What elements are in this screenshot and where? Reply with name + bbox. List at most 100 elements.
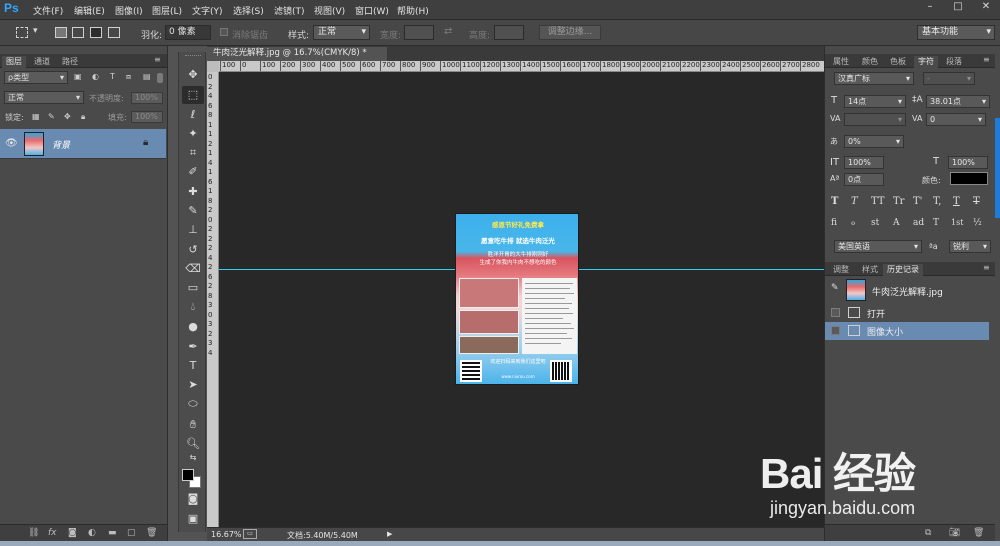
all-caps-button[interactable]: TT bbox=[871, 196, 885, 207]
width-input[interactable] bbox=[404, 25, 434, 40]
vertical-scale-input[interactable]: 100% bbox=[844, 156, 884, 169]
eraser-tool-icon[interactable]: ⌫ bbox=[182, 260, 204, 278]
font-family-select[interactable]: 汉真广标 ▾ bbox=[834, 72, 914, 85]
dodge-tool-icon[interactable]: ● bbox=[182, 318, 204, 336]
height-input[interactable] bbox=[494, 25, 524, 40]
leading-input[interactable]: 38.01点 ▾ bbox=[926, 95, 990, 108]
history-brush-tool-icon[interactable]: ↺ bbox=[182, 241, 204, 259]
style-select[interactable]: 正常 ▾ bbox=[313, 25, 370, 40]
tab-styles[interactable]: 样式 bbox=[858, 264, 882, 276]
marquee-tool-preset-icon[interactable] bbox=[16, 27, 28, 38]
panel-menu-icon[interactable]: ≡ bbox=[983, 263, 990, 272]
tab-layers[interactable]: 图层 bbox=[2, 56, 26, 68]
restore-button[interactable]: □ bbox=[944, 0, 972, 14]
filter-pixel-icon[interactable]: ▣ bbox=[74, 72, 82, 81]
ruler-origin[interactable] bbox=[207, 61, 219, 72]
ligatures-button[interactable]: fi bbox=[831, 218, 837, 228]
ornaments-button[interactable]: T bbox=[933, 218, 939, 228]
layer-filter-select[interactable]: ρ类型 ▾ bbox=[4, 71, 68, 84]
text-color-swatch[interactable] bbox=[950, 172, 988, 185]
lock-all-icon[interactable]: 🔒︎ bbox=[81, 112, 85, 122]
screen-mode-icon[interactable]: ▣ bbox=[182, 510, 204, 528]
history-step[interactable]: 图像大小 bbox=[825, 322, 989, 340]
small-caps-button[interactable]: Tr bbox=[893, 196, 904, 207]
titling-alt-button[interactable]: ad bbox=[913, 218, 924, 228]
tab-properties[interactable]: 属性 bbox=[829, 56, 853, 68]
clone-stamp-tool-icon[interactable]: ⊥ bbox=[182, 221, 204, 239]
type-tool-icon[interactable]: T bbox=[182, 357, 204, 375]
lasso-tool-icon[interactable]: ℓ bbox=[182, 106, 204, 124]
menu-image[interactable]: 图像(I) bbox=[115, 4, 143, 17]
faux-italic-button[interactable]: T bbox=[851, 196, 858, 207]
vertical-ruler[interactable]: 024681121416182022242628303234 bbox=[207, 72, 219, 527]
layer-name[interactable]: 背景 bbox=[52, 138, 70, 151]
new-selection-icon[interactable] bbox=[55, 27, 67, 38]
history-brush-source-checkbox[interactable] bbox=[831, 308, 840, 317]
horizontal-ruler[interactable]: 100 0 100 200 300 400 500 600 700 800 900 1000 1100 1… bbox=[219, 61, 824, 72]
status-menu-arrow-icon[interactable]: ▶ bbox=[387, 530, 392, 538]
menu-layer[interactable]: 图层(L) bbox=[152, 4, 182, 17]
tab-swatches[interactable]: 色板 bbox=[886, 56, 910, 68]
superscript-button[interactable]: T' bbox=[913, 196, 922, 207]
fractions-button[interactable]: ½ bbox=[973, 218, 982, 228]
zoom-tool-icon[interactable]: 🔍︎ bbox=[182, 435, 204, 453]
tab-color[interactable]: 颜色 bbox=[858, 56, 882, 68]
zoom-level[interactable]: 16.67% bbox=[211, 530, 242, 539]
move-tool-icon[interactable]: ✥ bbox=[182, 66, 204, 84]
path-selection-tool-icon[interactable]: ➤ bbox=[182, 376, 204, 394]
antialias-checkbox[interactable] bbox=[220, 28, 228, 36]
subscript-button[interactable]: T, bbox=[933, 196, 941, 207]
panel-scrollbar[interactable] bbox=[995, 118, 1000, 218]
tab-paths[interactable]: 路径 bbox=[58, 56, 82, 68]
menu-select[interactable]: 选择(S) bbox=[233, 4, 264, 17]
menu-help[interactable]: 帮助(H) bbox=[397, 4, 429, 17]
menu-type[interactable]: 文字(Y) bbox=[192, 4, 223, 17]
brush-tool-icon[interactable]: ✎ bbox=[182, 202, 204, 220]
antialias-select[interactable]: 锐利 ▾ bbox=[949, 240, 991, 253]
subtract-selection-icon[interactable] bbox=[90, 27, 102, 38]
pen-tool-icon[interactable]: ✒ bbox=[182, 338, 204, 356]
swap-icon[interactable]: ⇄ bbox=[444, 26, 452, 37]
fx-icon[interactable]: fx bbox=[48, 528, 57, 538]
lock-image-icon[interactable]: ✎ bbox=[48, 112, 55, 121]
font-size-input[interactable]: 14点 ▾ bbox=[844, 95, 906, 108]
crop-tool-icon[interactable]: ⌗ bbox=[182, 144, 204, 162]
group-icon[interactable]: ▬ bbox=[108, 528, 117, 538]
ordinals-button[interactable]: 1st bbox=[951, 218, 963, 227]
feather-input[interactable]: 0 像素 bbox=[165, 25, 211, 40]
baseline-shift-input[interactable]: 0点 bbox=[844, 173, 884, 186]
filter-smart-object-icon[interactable]: ▤ bbox=[143, 72, 151, 81]
menu-file[interactable]: 文件(F) bbox=[33, 4, 63, 17]
mask-icon[interactable]: ◙ bbox=[68, 528, 77, 538]
filter-type-icon[interactable]: T bbox=[110, 72, 115, 81]
blend-mode-select[interactable]: 正常 ▾ bbox=[4, 91, 84, 104]
history-brush-source-checkbox[interactable] bbox=[831, 326, 840, 335]
scale-input[interactable]: 0% ▾ bbox=[844, 135, 904, 148]
hand-tool-icon[interactable]: ✋︎ bbox=[182, 416, 204, 434]
faux-bold-button[interactable]: T bbox=[831, 196, 838, 207]
panel-menu-icon[interactable]: ≡ bbox=[983, 55, 990, 64]
fill-input[interactable]: 100% bbox=[131, 111, 163, 123]
opacity-input[interactable]: 100% bbox=[131, 92, 163, 104]
filter-shape-icon[interactable]: ⧈ bbox=[126, 72, 131, 82]
horizontal-scale-input[interactable]: 100% bbox=[948, 156, 988, 169]
canvas-area[interactable]: 感恩节好礼免费拿 愿意吃牛排 就选牛肉泛光 胜洋开胃的大牛排刚刚好 生成了你我内… bbox=[219, 72, 824, 527]
language-select[interactable]: 美国英语 ▾ bbox=[834, 240, 922, 253]
tab-channels[interactable]: 通道 bbox=[30, 56, 54, 68]
gradient-tool-icon[interactable]: ▭ bbox=[182, 279, 204, 297]
blur-tool-icon[interactable]: 💧︎ bbox=[182, 298, 204, 316]
healing-brush-tool-icon[interactable]: ✚ bbox=[182, 183, 204, 201]
tools-grip[interactable] bbox=[185, 55, 201, 59]
filter-toggle[interactable] bbox=[157, 73, 163, 83]
magic-wand-tool-icon[interactable]: ✦ bbox=[182, 125, 204, 143]
quick-mask-icon[interactable]: ◙ bbox=[182, 490, 204, 508]
new-document-from-state-icon[interactable]: ⧉ bbox=[925, 528, 931, 538]
new-layer-icon[interactable]: ▢ bbox=[127, 528, 136, 538]
swash-button[interactable]: st bbox=[871, 218, 879, 228]
ellipse-tool-icon[interactable]: ⬭ bbox=[182, 395, 204, 413]
layer-row-background[interactable]: 👁︎ 背景 🔒︎ bbox=[0, 129, 166, 159]
refine-edge-button[interactable]: 调整边缘... bbox=[539, 25, 601, 40]
menu-view[interactable]: 视图(V) bbox=[314, 4, 345, 17]
camera-icon[interactable]: 📷︎ bbox=[949, 528, 960, 538]
tab-adjustments[interactable]: 调整 bbox=[829, 264, 853, 276]
